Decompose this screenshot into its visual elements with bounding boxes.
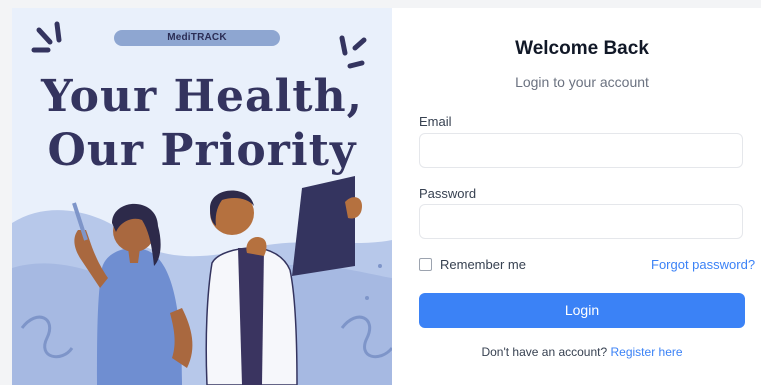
password-label: Password bbox=[419, 186, 477, 201]
remember-me-checkbox[interactable] bbox=[419, 258, 432, 271]
login-panel: Welcome Back Login to your account Email… bbox=[392, 8, 761, 385]
forgot-password-link[interactable]: Forgot password? bbox=[651, 257, 755, 272]
login-page: MediTRACK Your Health, Our Priority Welc… bbox=[0, 0, 761, 385]
hero-headline-line1: Your Health, bbox=[41, 71, 363, 122]
email-field[interactable] bbox=[419, 133, 743, 168]
password-field[interactable] bbox=[419, 204, 743, 239]
login-button[interactable]: Login bbox=[419, 293, 745, 328]
email-label: Email bbox=[419, 114, 452, 129]
hero-headline-line2: Our Priority bbox=[47, 125, 357, 176]
remember-me-row[interactable]: Remember me bbox=[419, 257, 526, 272]
remember-me-label: Remember me bbox=[440, 257, 526, 272]
page-subtitle: Login to your account bbox=[515, 74, 649, 90]
register-row: Don't have an account? Register here bbox=[392, 345, 761, 359]
register-link[interactable]: Register here bbox=[611, 345, 683, 359]
hero-illustration bbox=[12, 21, 392, 385]
register-prompt: Don't have an account? bbox=[481, 345, 611, 359]
hero-panel: MediTRACK Your Health, Our Priority bbox=[12, 8, 392, 385]
page-title: Welcome Back bbox=[515, 38, 649, 59]
brand-logo: MediTRACK bbox=[114, 30, 280, 46]
